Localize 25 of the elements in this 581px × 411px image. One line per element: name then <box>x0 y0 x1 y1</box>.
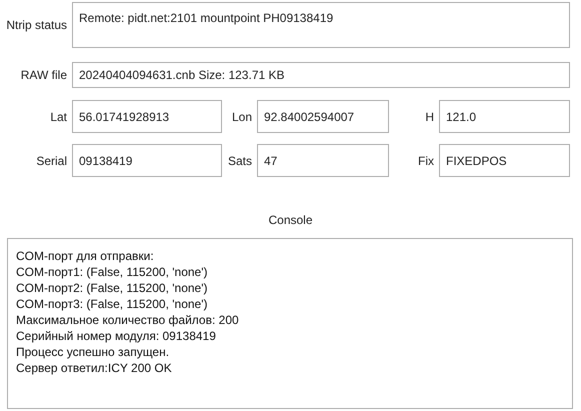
console-line: Серийный номер модуля: 09138419 <box>16 328 216 344</box>
text-field[interactable]: FIXEDPOS <box>439 144 570 177</box>
text-field[interactable]: 121.0 <box>439 100 570 133</box>
console-line: Процесс успешно запущен. <box>16 344 170 360</box>
field-label: Serial <box>36 152 67 170</box>
field-label: RAW file <box>20 67 67 84</box>
console-line: COM-порт2: (False, 115200, 'none') <box>16 280 208 296</box>
field-label: Ntrip status <box>6 17 67 34</box>
console-line: Максимальное количество файлов: 200 <box>16 312 239 328</box>
console-line: COM-порт для отправки: <box>16 248 154 264</box>
text-field[interactable]: 09138419 <box>72 144 222 177</box>
field-label: Lon <box>232 108 252 126</box>
field-label: Lat <box>50 108 67 126</box>
text-field[interactable]: 92.84002594007 <box>257 100 389 133</box>
text-field[interactable]: 47 <box>257 144 389 177</box>
text-field[interactable]: 20240404094631.cnb Size: 123.71 KB <box>72 62 570 88</box>
field-label: Fix <box>418 152 434 170</box>
console-title: Console <box>268 212 313 229</box>
field-label: Sats <box>228 152 252 170</box>
console-line: Сервер ответил:ICY 200 OK <box>16 360 172 376</box>
console-line: COM-порт1: (False, 115200, 'none') <box>16 264 208 280</box>
text-field[interactable]: 56.01741928913 <box>72 100 222 133</box>
console-line: COM-порт3: (False, 115200, 'none') <box>16 296 208 312</box>
text-field[interactable]: Remote: pidt.net:2101 mountpoint PH09138419 <box>72 2 570 48</box>
field-label: H <box>425 108 434 126</box>
